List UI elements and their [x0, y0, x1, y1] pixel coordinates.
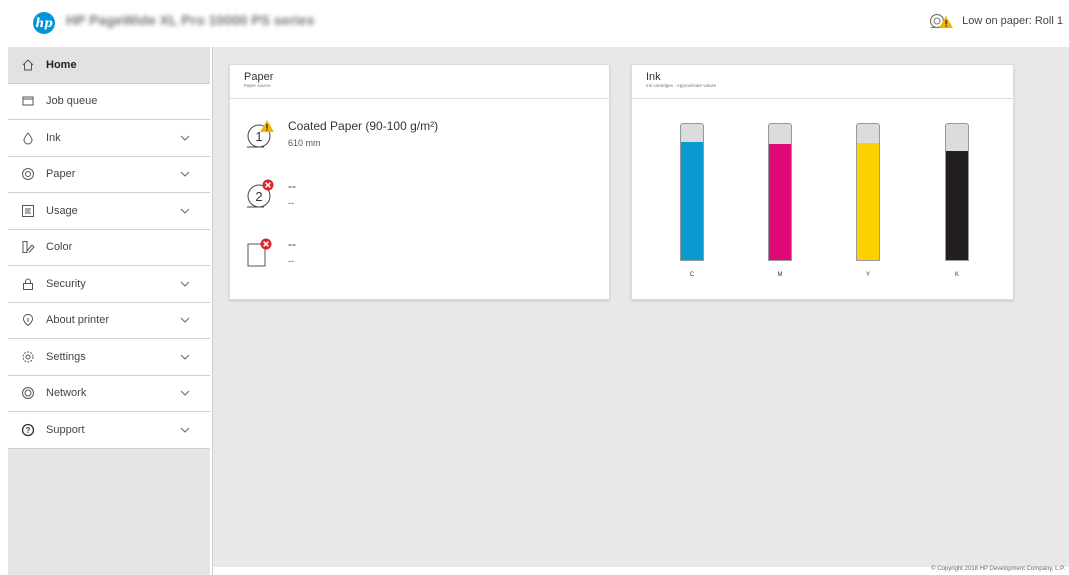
- ink-card-subtitle: Ink cartridges - Approximate values: [646, 83, 717, 88]
- chevron-down-icon[interactable]: [180, 279, 190, 289]
- sidebar: Home Job queue Ink Paper Usage Color Sec…: [8, 47, 210, 575]
- footer: © Copyright 2018 HP Development Company,…: [212, 566, 1069, 575]
- ink-level-fill: [946, 151, 968, 260]
- sidebar-item-label: Home: [46, 58, 77, 71]
- sidebar-item-home[interactable]: Home: [8, 47, 210, 84]
- paper-card-header: Paper Paper source: [230, 65, 609, 99]
- ink-drop-icon: [20, 130, 36, 146]
- paper-source-detail: --: [288, 198, 294, 208]
- paper-roll-icon: [20, 166, 36, 182]
- ink-cartridge-y[interactable]: [856, 123, 880, 261]
- paper-source-roll-1[interactable]: 1 Coated Paper (90-100 g/m²) 610 mm: [244, 119, 438, 151]
- ink-cartridge-k[interactable]: [945, 123, 969, 261]
- sidebar-item-job-queue[interactable]: Job queue: [8, 83, 210, 120]
- home-icon: [20, 57, 36, 73]
- sidebar-item-paper[interactable]: Paper: [8, 156, 210, 193]
- ink-card-header: Ink Ink cartridges - Approximate values: [632, 65, 1013, 99]
- main-content: Paper Paper source 1 Coated Paper (90-10…: [212, 47, 1069, 567]
- ink-cartridge-c[interactable]: [680, 123, 704, 261]
- chevron-down-icon[interactable]: [180, 388, 190, 398]
- ink-card[interactable]: Ink Ink cartridges - Approximate values …: [631, 64, 1014, 300]
- paper-card-subtitle: Paper source: [244, 83, 271, 88]
- sidebar-item-label: Ink: [46, 131, 61, 144]
- ink-cartridge-label: K: [954, 272, 959, 278]
- chevron-down-icon[interactable]: [180, 425, 190, 435]
- sidebar-item-ink[interactable]: Ink: [8, 120, 210, 157]
- ink-level-fill: [681, 141, 703, 260]
- status-alert[interactable]: Low on paper: Roll 1: [928, 13, 1063, 29]
- alert-text: Low on paper: Roll 1: [962, 15, 1063, 27]
- copyright-text: © Copyright 2018 HP Development Company,…: [931, 566, 1065, 572]
- sheet-error-icon: [247, 238, 272, 267]
- ink-cartridge-label: M: [777, 272, 783, 278]
- sidebar-item-label: Settings: [46, 350, 86, 363]
- paper-source-name: Coated Paper (90-100 g/m²): [288, 119, 439, 133]
- info-icon: [20, 312, 36, 328]
- sidebar-item-about-printer[interactable]: About printer: [8, 302, 210, 339]
- usage-icon: [20, 203, 36, 219]
- svg-text:?: ?: [26, 426, 31, 435]
- paper-source-name: --: [288, 179, 296, 193]
- paper-source-sheet[interactable]: -- --: [244, 237, 296, 269]
- printer-title: HP PageWide XL Pro 10000 PS series: [66, 12, 315, 28]
- sidebar-item-label: Support: [46, 423, 85, 436]
- color-swatch-icon: [20, 239, 36, 255]
- gear-icon: [20, 349, 36, 365]
- ink-level-fill: [769, 144, 791, 260]
- sidebar-item-label: Color: [46, 241, 73, 254]
- queue-icon: [20, 93, 36, 109]
- ink-cartridge-label: C: [689, 272, 695, 278]
- sidebar-item-label: Job queue: [46, 95, 98, 108]
- ink-level-fill: [857, 143, 879, 260]
- help-icon: ?: [20, 422, 36, 438]
- sidebar-item-security[interactable]: Security: [8, 266, 210, 303]
- ink-cartridge-m[interactable]: [768, 123, 792, 261]
- roll-2-error-icon: 2: [247, 179, 274, 208]
- top-bar: hp HP PageWide XL Pro 10000 PS series Lo…: [0, 0, 1069, 44]
- ink-cartridge-label: Y: [865, 272, 870, 278]
- ink-card-title: Ink: [646, 71, 661, 83]
- network-icon: [20, 385, 36, 401]
- sidebar-item-label: Network: [46, 387, 87, 400]
- sidebar-item-label: Usage: [46, 204, 78, 217]
- paper-card[interactable]: Paper Paper source 1 Coated Paper (90-10…: [229, 64, 610, 300]
- roll-number: 2: [255, 189, 262, 204]
- chevron-down-icon[interactable]: [180, 169, 190, 179]
- chevron-down-icon[interactable]: [180, 315, 190, 325]
- sidebar-item-network[interactable]: Network: [8, 375, 210, 412]
- chevron-down-icon[interactable]: [180, 133, 190, 143]
- sidebar-item-label: Paper: [46, 168, 76, 181]
- sidebar-item-label: Security: [46, 277, 86, 290]
- paper-source-detail: 610 mm: [288, 138, 321, 148]
- hp-logo[interactable]: hp: [33, 12, 55, 34]
- paper-source-roll-2[interactable]: 2 -- --: [244, 179, 296, 211]
- sidebar-item-label: About printer: [46, 314, 109, 327]
- sidebar-item-usage[interactable]: Usage: [8, 193, 210, 230]
- paper-source-name: --: [288, 237, 296, 251]
- lock-icon: [20, 276, 36, 292]
- roll-1-warning-icon: 1: [247, 120, 274, 148]
- sidebar-item-color[interactable]: Color: [8, 229, 210, 266]
- chevron-down-icon[interactable]: [180, 352, 190, 362]
- sidebar-item-support[interactable]: ? Support: [8, 412, 210, 449]
- sidebar-item-settings[interactable]: Settings: [8, 339, 210, 376]
- paper-card-title: Paper: [244, 71, 274, 83]
- paper-source-detail: --: [288, 256, 294, 266]
- chevron-down-icon[interactable]: [180, 206, 190, 216]
- roll-warning-icon: [929, 13, 954, 29]
